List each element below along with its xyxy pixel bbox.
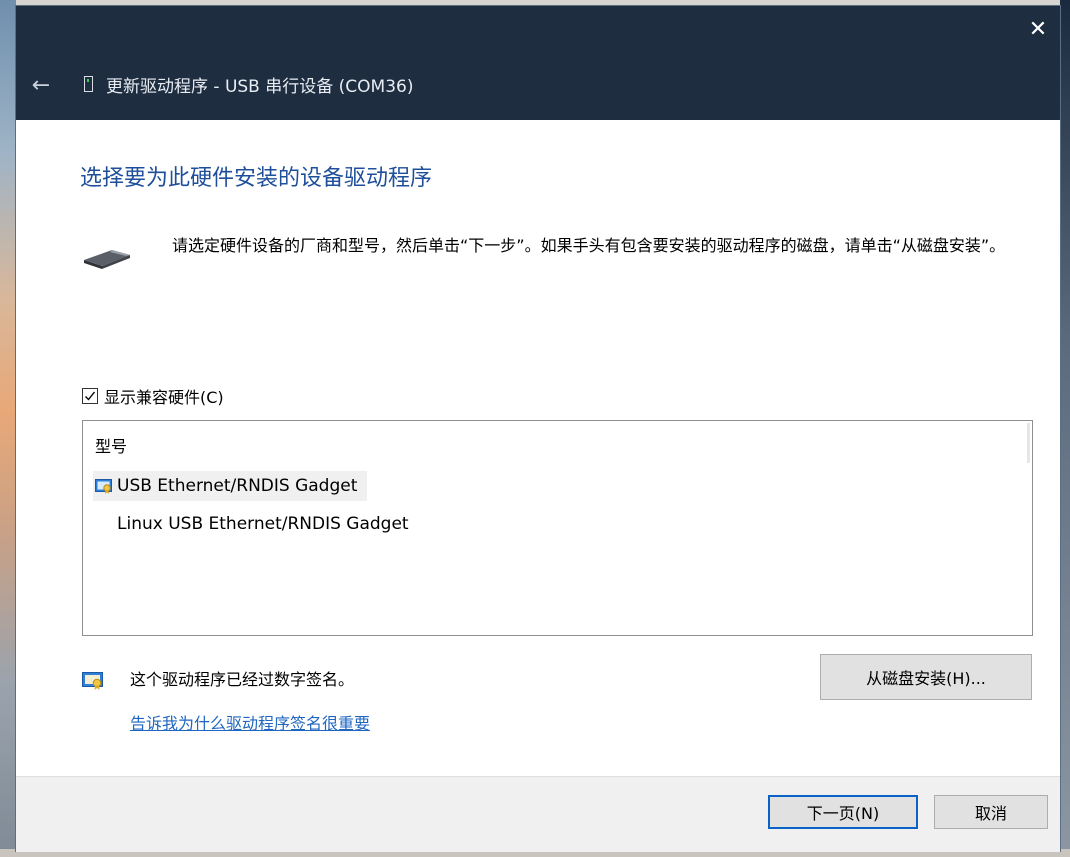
page-heading: 选择要为此硬件安装的设备驱动程序 [80, 166, 433, 191]
show-compatible-hardware-checkbox[interactable]: 显示兼容硬件(C) [82, 384, 224, 408]
close-icon: ✕ [1028, 16, 1048, 42]
close-button[interactable]: ✕ [1016, 6, 1060, 52]
list-item[interactable]: Linux USB Ethernet/RNDIS Gadget [93, 509, 419, 539]
checkbox-box[interactable] [82, 388, 98, 404]
signed-certificate-icon [82, 672, 103, 690]
update-driver-dialog: ✕ ← 更新驱动程序 - USB 串行设备 (COM36) 选择要为此硬件安装的… [16, 6, 1060, 852]
why-signing-important-link[interactable]: 告诉我为什么驱动程序签名很重要 [130, 710, 370, 734]
window-title: 更新驱动程序 - USB 串行设备 (COM36) [106, 77, 414, 97]
instructions-text: 请选定硬件设备的厂商和型号，然后单击“下一步”。如果手头有包含要安装的驱动程序的… [172, 236, 1006, 255]
checkmark-icon [85, 391, 96, 401]
have-disk-button[interactable]: 从磁盘安装(H)... [820, 654, 1032, 700]
checkbox-label: 显示兼容硬件(C) [104, 388, 224, 407]
list-item[interactable]: USB Ethernet/RNDIS Gadget [93, 471, 368, 501]
signed-certificate-icon [95, 479, 112, 494]
dialog-footer: 下一页(N) 取消 [16, 776, 1060, 852]
list-item-label: USB Ethernet/RNDIS Gadget [117, 476, 358, 496]
back-arrow-icon: ← [31, 72, 51, 98]
hardware-device-icon [84, 250, 130, 269]
back-button[interactable]: ← [26, 70, 56, 100]
signature-status-text: 这个驱动程序已经过数字签名。 [130, 670, 355, 689]
device-icon [84, 76, 93, 92]
list-item-label: Linux USB Ethernet/RNDIS Gadget [117, 514, 409, 534]
desktop-background-left [0, 0, 16, 857]
scrollbar[interactable] [1027, 423, 1030, 463]
desktop-background-right [1060, 0, 1070, 857]
model-column-header: 型号 [95, 437, 128, 456]
model-listbox[interactable]: 型号 USB Ethernet/RNDIS Gadget Linux USB E… [82, 420, 1033, 636]
title-bar: ✕ ← 更新驱动程序 - USB 串行设备 (COM36) [16, 6, 1060, 120]
cancel-button[interactable]: 取消 [934, 795, 1048, 829]
next-button[interactable]: 下一页(N) [768, 795, 918, 829]
